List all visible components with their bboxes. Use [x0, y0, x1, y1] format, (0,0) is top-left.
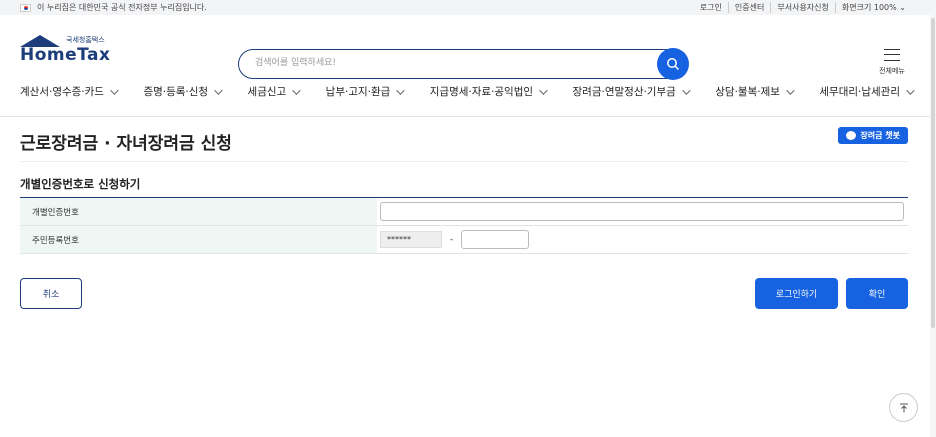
nav-label: 계산서·영수증·카드 — [20, 86, 104, 98]
section-title: 개별인증번호로 신청하기 — [20, 177, 141, 191]
nav-item-tax-filing[interactable]: 세금신고 — [247, 84, 301, 99]
chevron-down-icon — [906, 85, 915, 95]
scroll-to-top-button[interactable] — [889, 393, 918, 422]
chevron-down-icon — [396, 85, 405, 95]
site-header: 국세청홈택스 HomeTax 전체메뉴 — [0, 15, 936, 80]
arrow-up-icon — [899, 403, 908, 412]
login-button[interactable]: 로그인하기 — [755, 278, 838, 309]
auth-number-label: 개별인증번호 — [20, 197, 377, 226]
nav-label: 지급명세·자료·공익법인 — [429, 86, 534, 98]
hamburger-icon — [884, 49, 900, 61]
auth-form-table: 개별인증번호 주민등록번호 ****** - — [20, 197, 908, 254]
nav-label: 세금신고 — [247, 86, 287, 98]
resident-number-label: 주민등록번호 — [20, 225, 377, 254]
utility-links: 로그인 인증센터 부서사용자신청 화면크기 100% ⌄ — [694, 2, 912, 13]
chevron-down-icon — [110, 85, 119, 95]
chevron-down-icon — [214, 85, 223, 95]
nav-item-payment-statements[interactable]: 지급명세·자료·공익법인 — [429, 84, 548, 99]
auth-number-cell — [377, 197, 908, 226]
nav-label: 납부·고지·환급 — [325, 86, 391, 98]
page-title: 근로장려금 · 자녀장려금 신청 — [20, 134, 232, 154]
confirm-button[interactable]: 확인 — [846, 278, 908, 309]
resident-number-front: ****** — [380, 231, 442, 248]
chevron-down-icon — [292, 85, 301, 95]
scrollbar-thumb[interactable] — [931, 18, 935, 328]
nav-label: 상담·불복·제보 — [715, 86, 780, 98]
nav-item-tax-agent[interactable]: 세무대리·납세관리 — [819, 84, 915, 99]
nav-divider — [0, 116, 936, 117]
nav-item-invoices[interactable]: 계산서·영수증·카드 — [20, 84, 119, 99]
auth-number-input[interactable] — [380, 202, 904, 221]
nav-label: 세무대리·납세관리 — [819, 86, 900, 98]
page-scrollbar[interactable] — [930, 15, 936, 437]
nav-item-consultation[interactable]: 상담·불복·제보 — [715, 84, 795, 99]
search-input[interactable] — [239, 50, 639, 76]
korea-flag-icon — [20, 3, 31, 12]
nav-label: 장려금·연말정산·기부금 — [572, 86, 676, 98]
chat-bubble-icon — [846, 131, 857, 140]
nav-item-certificates[interactable]: 증명·등록·신청 — [143, 84, 223, 99]
table-row: 주민등록번호 ****** - — [20, 225, 908, 254]
title-divider — [20, 161, 908, 162]
cancel-button[interactable]: 취소 — [20, 278, 82, 309]
logo-subtitle: 국세청홈택스 — [66, 36, 105, 44]
table-row: 개별인증번호 — [20, 197, 908, 226]
nav-label: 증명·등록·신청 — [143, 86, 209, 98]
chevron-down-icon — [786, 85, 795, 95]
zoom-level-link[interactable]: 화면크기 100% ⌄ — [834, 2, 912, 13]
incentive-chatbot-button[interactable]: 장려금 챗봇 — [838, 127, 908, 144]
all-menu-label: 전체메뉴 — [879, 67, 905, 75]
nav-item-incentives[interactable]: 장려금·연말정산·기부금 — [572, 84, 691, 99]
chevron-down-icon — [539, 85, 548, 95]
search-icon — [667, 58, 680, 71]
gov-notice-text: 이 누리집은 대한민국 공식 전자정부 누리집입니다. — [37, 3, 207, 12]
search-button[interactable] — [657, 48, 689, 80]
hometax-logo[interactable]: 국세청홈택스 HomeTax — [20, 35, 115, 65]
cert-center-link[interactable]: 인증센터 — [727, 2, 770, 13]
login-link[interactable]: 로그인 — [694, 2, 728, 13]
resident-number-back-input[interactable] — [461, 230, 530, 249]
main-nav: 계산서·영수증·카드 증명·등록·신청 세금신고 납부·고지·환급 지급명세·자… — [20, 84, 915, 99]
zoom-level-text: 화면크기 100% — [841, 3, 897, 12]
chatbot-label: 장려금 챗봇 — [860, 131, 900, 140]
search-bar — [238, 48, 689, 80]
dept-user-link[interactable]: 부서사용자신청 — [770, 2, 835, 13]
resident-number-cell: ****** - — [377, 225, 908, 254]
resident-number-separator: - — [450, 234, 454, 245]
gov-notice-bar: 이 누리집은 대한민국 공식 전자정부 누리집입니다. 로그인 인증센터 부서사… — [0, 0, 936, 15]
all-menu-button[interactable]: 전체메뉴 — [872, 49, 912, 76]
nav-item-payment[interactable]: 납부·고지·환급 — [325, 84, 405, 99]
chevron-down-icon — [681, 85, 691, 95]
logo-name: HomeTax — [20, 45, 111, 65]
